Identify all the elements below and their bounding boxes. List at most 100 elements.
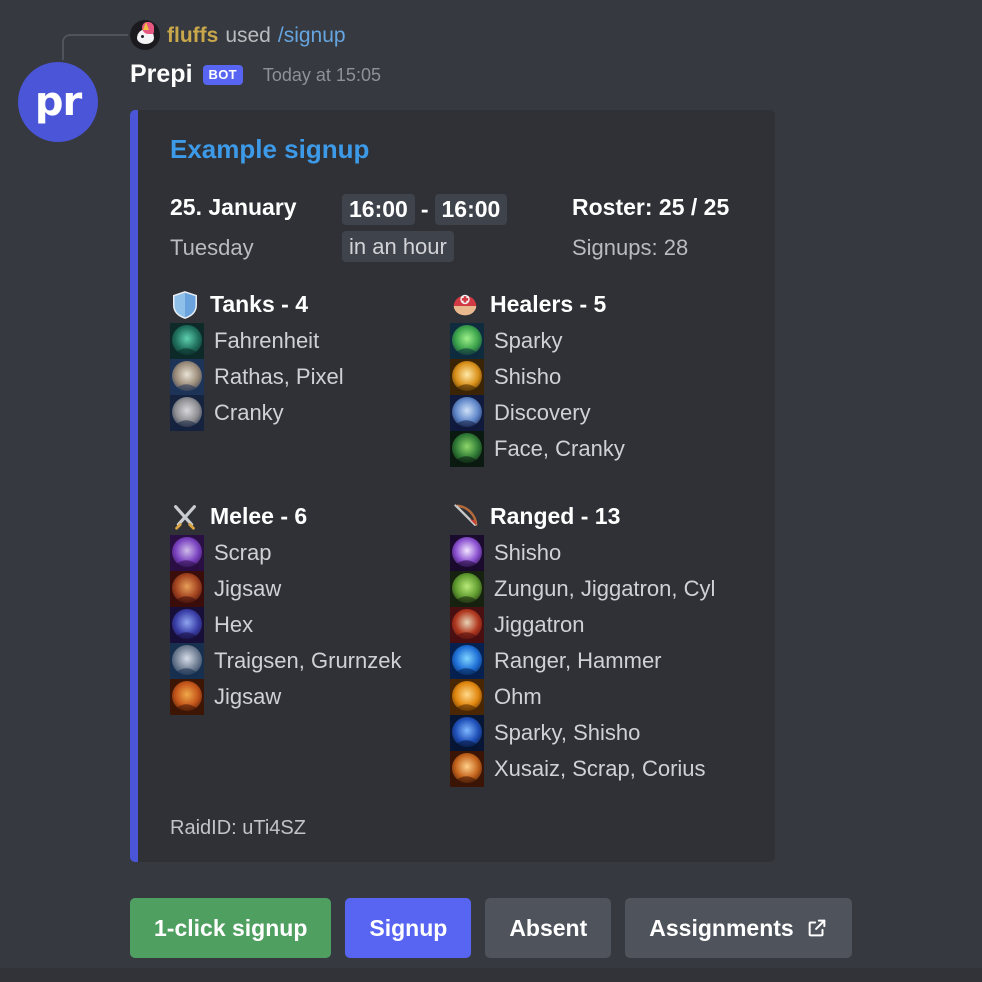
role-group-body: Shisho Zungun, Jiggatron, Cyl Jiggatron Ran… (450, 534, 775, 787)
message-author[interactable]: Prepi (130, 62, 193, 87)
holy-paladin-icon (450, 358, 484, 395)
role-group-healers: Healers - 5 Sparky Shisho Discovery Face, Cr… (450, 289, 775, 467)
signup-name-list: Sparky Shisho Discovery Face, Cranky (494, 323, 625, 467)
medic-helmet-icon (450, 290, 480, 320)
signup-name-list: Scrap Jigsaw Hex Traigsen, Grurnzek Jigsaw (214, 535, 401, 715)
protection-paladin-icon (170, 358, 204, 395)
embed-info-grid: 25. January 16:00 - 16:00 Roster: 25 / 2… (170, 194, 775, 263)
reply-spine (62, 34, 98, 60)
shield-icon (170, 290, 200, 320)
fire-mage-icon (450, 606, 484, 643)
signup-row: Scrap (214, 539, 272, 565)
event-relative-time-wrap: in an hour (342, 231, 572, 263)
event-time-line: 16:00 - 16:00 (342, 194, 572, 226)
signup-row: Face, Cranky (494, 435, 625, 461)
retribution-paladin-icon (170, 534, 204, 571)
spec-icon-stack (170, 534, 204, 715)
unicorn-avatar-icon (130, 20, 160, 50)
role-group-melee: Melee - 6 Scrap Jigsaw Hex Traigsen, Grurnze… (170, 501, 450, 787)
restoration-shaman-icon (450, 430, 484, 467)
shadow-priest-icon (450, 678, 484, 715)
role-group-ranged: Ranged - 13 Shisho Zungun, Jiggatron, Cyl J… (450, 501, 775, 787)
signup-name-list: Fahrenheit Rathas, Pixel Cranky (214, 323, 344, 431)
frost-mage-icon (450, 642, 484, 679)
interaction-command[interactable]: /signup (278, 25, 346, 46)
avatar[interactable]: pr (18, 62, 98, 142)
warlock-icon (450, 570, 484, 607)
button-label: Signup (369, 914, 448, 941)
role-group-title: Ranged - 13 (490, 503, 621, 530)
spec-icon-stack (450, 322, 484, 467)
role-group-title: Tanks - 4 (210, 291, 308, 318)
one-click-signup-button[interactable]: 1-click signup (130, 898, 332, 958)
signups-count: Signups: 28 (572, 235, 689, 261)
signup-row: Xusaiz, Scrap, Corius (494, 755, 706, 781)
button-label: Assignments (649, 914, 794, 941)
role-group-title: Melee - 6 (210, 503, 308, 530)
signup-row: Jigsaw (214, 683, 282, 709)
assignments-button[interactable]: Assignments (625, 898, 852, 958)
signup-embed: Example signup 25. January 16:00 - 16:00… (130, 110, 775, 862)
event-end-time: 16:00 (434, 194, 508, 226)
event-date: 25. January (170, 194, 297, 220)
embed-footer-raid-id: RaidID: uTi4SZ (170, 816, 306, 839)
interaction-reply-line: fluffs used /signup (0, 16, 982, 60)
signup-row: Discovery (494, 399, 591, 425)
interaction-used-label: used (225, 23, 271, 47)
protection-warrior-icon (170, 394, 204, 431)
arms-warrior-icon (170, 678, 204, 715)
balance-druid-icon (450, 750, 484, 787)
role-group-body: Sparky Shisho Discovery Face, Cranky (450, 322, 775, 467)
event-start-time: 16:00 (342, 194, 415, 226)
feral-druid-icon (170, 570, 204, 607)
signup-row: Sparky (494, 327, 563, 353)
death-knight-icon (170, 606, 204, 643)
signup-row: Rathas, Pixel (214, 363, 344, 389)
event-relative-time: in an hour (342, 231, 454, 263)
role-group-tanks: Tanks - 4 Fahrenheit Rathas, Pixel Cranky (170, 289, 450, 467)
role-group-header: Healers - 5 (450, 289, 775, 321)
role-group-header: Tanks - 4 (170, 289, 450, 321)
role-groups: Tanks - 4 Fahrenheit Rathas, Pixel Cranky He… (170, 289, 775, 787)
signup-row: Traigsen, Grurnzek (214, 647, 402, 673)
signup-row: Jigsaw (214, 575, 282, 601)
external-link-icon (806, 917, 828, 939)
reply-spine-extension (96, 34, 128, 36)
embed-title: Example signup (170, 134, 370, 164)
signup-row: Ohm (494, 683, 542, 709)
bow-and-arrow-icon (450, 502, 480, 532)
interaction-username[interactable]: fluffs (167, 25, 218, 46)
spec-icon-stack (170, 322, 204, 431)
signup-row: Ranger, Hammer (494, 647, 662, 673)
signup-row: Shisho (494, 539, 562, 565)
signup-row: Fahrenheit (214, 327, 320, 353)
signup-name-list: Shisho Zungun, Jiggatron, Cyl Jiggatron Ran… (494, 535, 715, 787)
bear-form-icon (170, 322, 204, 359)
absent-button[interactable]: Absent (485, 898, 612, 958)
signup-row: Cranky (214, 399, 284, 425)
message-timestamp: Today at 15:05 (262, 64, 381, 85)
arcane-mage-icon (450, 534, 484, 571)
signup-row: Sparky, Shisho (494, 719, 641, 745)
spec-icon-stack (450, 534, 484, 787)
event-weekday: Tuesday (170, 235, 254, 261)
button-label: 1-click signup (154, 914, 308, 941)
role-group-header: Melee - 6 (170, 501, 450, 533)
time-separator: - (420, 196, 429, 223)
signup-row: Jiggatron (494, 611, 585, 637)
bot-badge: BOT (202, 64, 243, 85)
signup-button[interactable]: Signup (345, 898, 472, 958)
role-group-body: Scrap Jigsaw Hex Traigsen, Grurnzek Jigsaw (170, 534, 450, 715)
elemental-shaman-icon (450, 714, 484, 751)
discord-message-view: fluffs used /signup pr Prepi BOT Today a… (0, 0, 982, 982)
role-group-header: Ranged - 13 (450, 501, 775, 533)
signup-row: Zungun, Jiggatron, Cyl (494, 575, 716, 601)
roster-count: Roster: 25 / 25 (572, 194, 730, 220)
bottom-strip (0, 968, 982, 982)
enhancement-shaman-icon (170, 642, 204, 679)
crossed-swords-icon (170, 502, 200, 532)
message-header: Prepi BOT Today at 15:05 (130, 62, 381, 87)
role-group-body: Fahrenheit Rathas, Pixel Cranky (170, 322, 450, 431)
action-button-row: 1-click signup Signup Absent Assignments (130, 898, 852, 958)
button-label: Absent (509, 914, 588, 941)
